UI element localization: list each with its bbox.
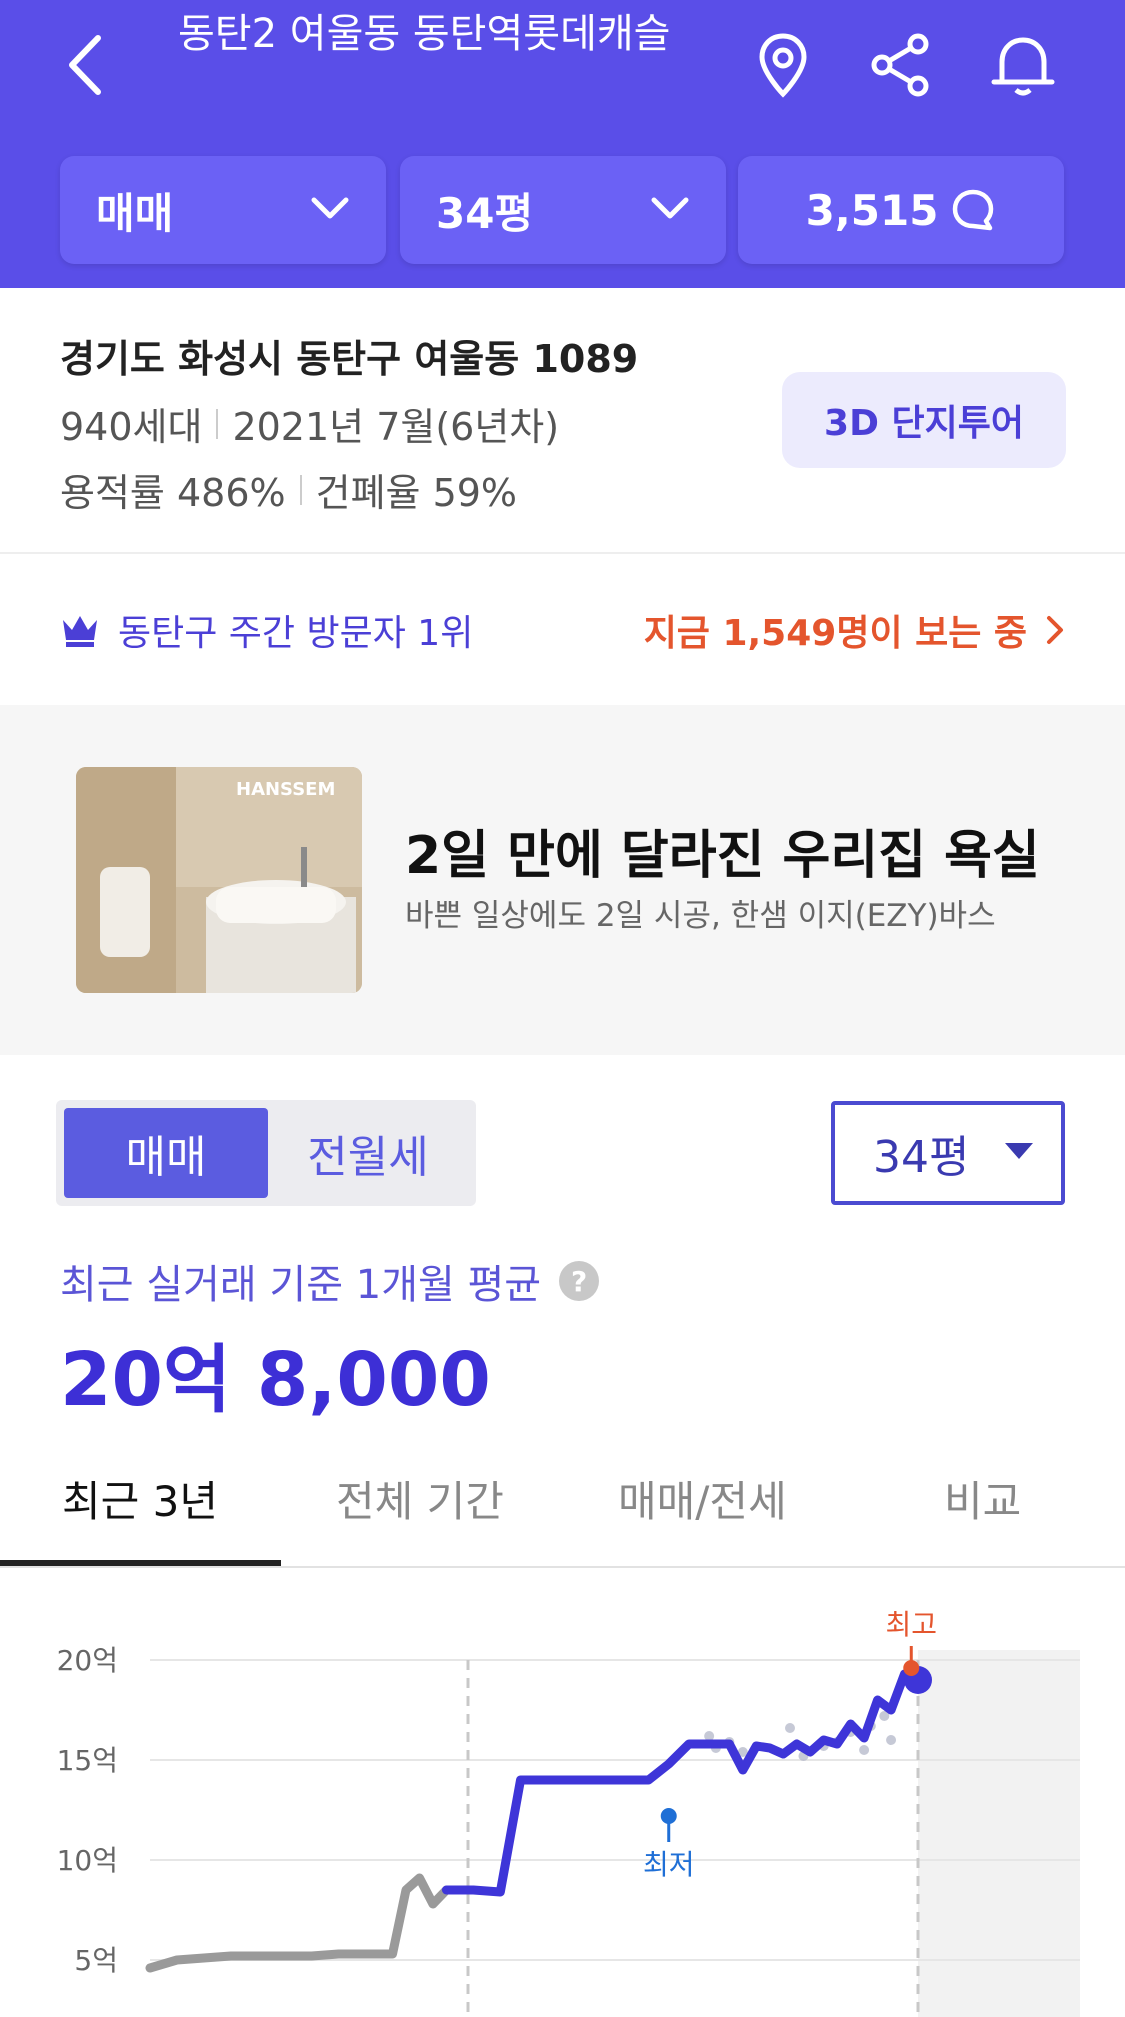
avg-price-label-text: 최근 실거래 기준 1개월 평균 (60, 1262, 542, 1308)
live-viewers-text: 지금 1,549명이 보는 중 (643, 613, 1027, 654)
bell-icon[interactable] (988, 30, 1058, 100)
deal-type-dropdown[interactable]: 매매 (60, 156, 386, 264)
separator (216, 408, 219, 439)
back-icon[interactable] (60, 30, 120, 100)
active-tab-indicator (0, 1560, 281, 1566)
high-marker-dot (903, 1660, 920, 1676)
households: 940세대 (60, 405, 203, 449)
comments-count: 3,515 (805, 185, 939, 235)
tab-compare[interactable]: 비교 (944, 1468, 1021, 1529)
info-line-1: 940세대 2021년 7월(6년차) (60, 396, 559, 451)
avg-price-label: 최근 실거래 기준 1개월 평균 ? (60, 1252, 600, 1310)
chevron-down-icon (651, 197, 689, 219)
y-tick-label: 20억 (57, 1644, 118, 1677)
area-dropdown[interactable]: 34평 (400, 156, 726, 264)
ad-brand: HANSSEM (236, 779, 336, 800)
area-select-value: 34평 (873, 1132, 970, 1183)
built-date: 2021년 7월(6년차) (232, 405, 560, 449)
future-region (918, 1650, 1080, 2017)
tab-recent-3y[interactable]: 최근 3년 (62, 1468, 218, 1529)
area-select[interactable]: 34평 (831, 1101, 1065, 1205)
tab-sale-vs-jeonse[interactable]: 매매/전세 (618, 1468, 787, 1529)
y-tick-label: 10억 (57, 1844, 118, 1877)
high-annotation: 최고 (885, 1608, 937, 1641)
address: 경기도 화성시 동탄구 여울동 1089 (60, 337, 639, 381)
divider (0, 552, 1125, 554)
trade-dot (886, 1735, 897, 1745)
segment-sale[interactable]: 매매 (64, 1108, 268, 1198)
chat-bubble-icon (953, 189, 994, 231)
floor-area-ratio: 용적률 486% (60, 471, 286, 515)
share-icon[interactable] (866, 30, 936, 100)
area-label: 34평 (436, 188, 534, 238)
ad-banner[interactable]: HANSSEM 2일 만에 달라진 우리집 욕실 바쁜 일상에도 2일 시공, … (0, 705, 1125, 1055)
deal-segment-control: 매매 전월세 (56, 1100, 476, 1206)
chevron-down-icon (311, 197, 349, 219)
low-annotation: 최저 (643, 1848, 695, 1881)
segment-rent[interactable]: 전월세 (268, 1108, 468, 1198)
info-line-2: 용적률 486% 건폐율 59% (60, 462, 517, 517)
live-viewers-link[interactable]: 지금 1,549명이 보는 중 (644, 600, 1065, 660)
avg-price-value: 20억 8,000 (60, 1337, 491, 1423)
visitor-rank[interactable]: 동탄구 주간 방문자 1위 (60, 600, 473, 660)
bathroom-illustration (76, 767, 362, 993)
period-tabs: 최근 3년 전체 기간 매매/전세 비교 (0, 1450, 1125, 1568)
app-header: 동탄2 여울동 동탄역롯데캐슬 매매 34평 3,515 (0, 0, 1125, 288)
caret-down-icon (1005, 1143, 1033, 1159)
y-tick-label: 5억 (74, 1944, 118, 1977)
deal-type-label: 매매 (96, 188, 174, 238)
ad-title: 2일 만에 달라진 우리집 욕실 (405, 826, 1040, 886)
price-chart: 20억 15억 10억 5억 최고최저 (57, 1608, 1080, 2017)
building-coverage: 건폐율 59% (315, 471, 518, 515)
crown-icon (63, 616, 97, 647)
separator (299, 474, 302, 505)
low-marker-dot (660, 1808, 677, 1824)
ad-image: HANSSEM (76, 767, 362, 993)
trade-dot (785, 1723, 795, 1733)
comments-button[interactable]: 3,515 (738, 156, 1064, 264)
series-line-past (145, 1873, 451, 1973)
trade-dot (859, 1745, 870, 1755)
visitor-rank-text: 동탄구 주간 방문자 1위 (118, 613, 474, 654)
3d-tour-button[interactable]: 3D 단지투어 (782, 372, 1066, 468)
ad-subtitle: 바쁜 일상에도 2일 시공, 한샘 이지(EZY)바스 (405, 898, 996, 934)
y-tick-label: 15억 (57, 1744, 118, 1777)
tab-all-period[interactable]: 전체 기간 (336, 1468, 504, 1529)
chevron-right-icon (1047, 616, 1063, 644)
location-pin-icon[interactable] (748, 30, 818, 100)
help-icon[interactable]: ? (559, 1261, 600, 1301)
page-title: 동탄2 여울동 동탄역롯데캐슬 (178, 11, 671, 57)
